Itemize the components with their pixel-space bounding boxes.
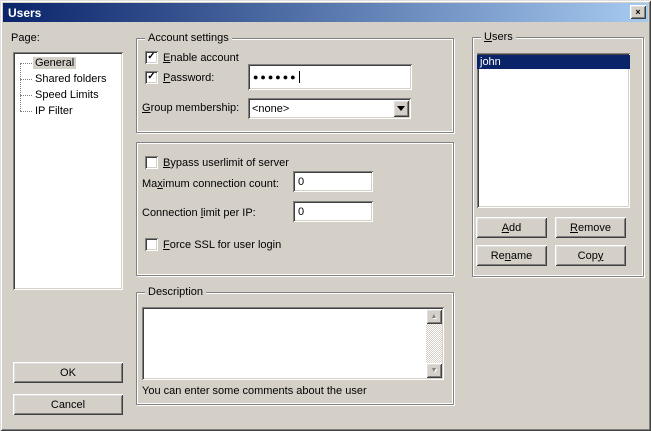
group-membership-value: <none>	[252, 103, 289, 115]
list-item-john[interactable]: john	[477, 55, 630, 69]
group-membership-label: Group membership:	[142, 102, 239, 115]
scroll-down-button[interactable]: ▼	[426, 363, 442, 378]
tree-item-ip-filter[interactable]: IP Filter	[13, 103, 123, 119]
enable-account-checkbox[interactable]: ✓	[145, 51, 158, 64]
remove-user-button[interactable]: Remove	[555, 217, 626, 238]
chevron-down-icon	[397, 106, 405, 111]
check-icon: ✓	[147, 52, 155, 62]
dropdown-button[interactable]	[393, 100, 409, 117]
description-title: Description	[145, 286, 206, 299]
description-hint: You can enter some comments about the us…	[142, 385, 367, 398]
group-membership-select[interactable]: <none>	[248, 98, 411, 119]
cancel-button[interactable]: Cancel	[13, 394, 123, 415]
password-input[interactable]: ●●●●●●	[248, 64, 412, 90]
window-title: Users	[3, 6, 41, 20]
close-icon: ×	[635, 8, 640, 17]
users-dialog: Users × Page: General Shared folders Spe…	[0, 0, 651, 431]
scroll-up-button[interactable]: ▲	[426, 309, 442, 324]
text-caret	[299, 71, 300, 83]
vertical-scrollbar[interactable]: ▲ ▼	[426, 309, 442, 378]
force-ssl-checkbox[interactable]: ✓	[145, 238, 158, 251]
bypass-userlimit-checkbox[interactable]: ✓	[145, 156, 158, 169]
arrow-down-icon: ▼	[431, 367, 438, 374]
max-connection-input[interactable]: 0	[293, 171, 373, 192]
ok-button[interactable]: OK	[13, 362, 123, 383]
tree-item-shared-folders[interactable]: Shared folders	[13, 71, 123, 87]
account-settings-title: Account settings	[145, 32, 232, 45]
add-user-button[interactable]: Add	[476, 217, 547, 238]
conn-limit-per-ip-label: Connection limit per IP:	[142, 207, 256, 220]
page-label: Page:	[11, 32, 40, 45]
rename-user-button[interactable]: Rename	[476, 245, 547, 266]
users-group-title: Users	[481, 31, 516, 44]
password-checkbox[interactable]: ✓	[145, 71, 158, 84]
title-bar[interactable]: Users ×	[3, 3, 648, 22]
bypass-userlimit-label: Bypass userlimit of server	[163, 157, 289, 170]
tree-item-speed-limits[interactable]: Speed Limits	[13, 87, 123, 103]
password-label: Password:	[163, 72, 214, 85]
users-listbox[interactable]: john	[477, 53, 630, 208]
conn-limit-per-ip-value: 0	[298, 206, 304, 218]
arrow-up-icon: ▲	[431, 313, 438, 320]
tree-item-general[interactable]: General	[13, 55, 123, 71]
check-icon: ✓	[147, 72, 155, 82]
max-connection-label: Maximum connection count:	[142, 178, 279, 191]
force-ssl-label: Force SSL for user login	[163, 239, 281, 252]
enable-account-label: Enable account	[163, 52, 239, 65]
copy-user-button[interactable]: Copy	[555, 245, 626, 266]
max-connection-value: 0	[298, 176, 304, 188]
conn-limit-per-ip-input[interactable]: 0	[293, 201, 373, 222]
close-button[interactable]: ×	[630, 5, 646, 19]
page-tree[interactable]: General Shared folders Speed Limits IP F…	[13, 52, 123, 290]
description-textarea[interactable]: ▲ ▼	[142, 307, 444, 380]
password-value: ●●●●●●	[253, 72, 298, 82]
